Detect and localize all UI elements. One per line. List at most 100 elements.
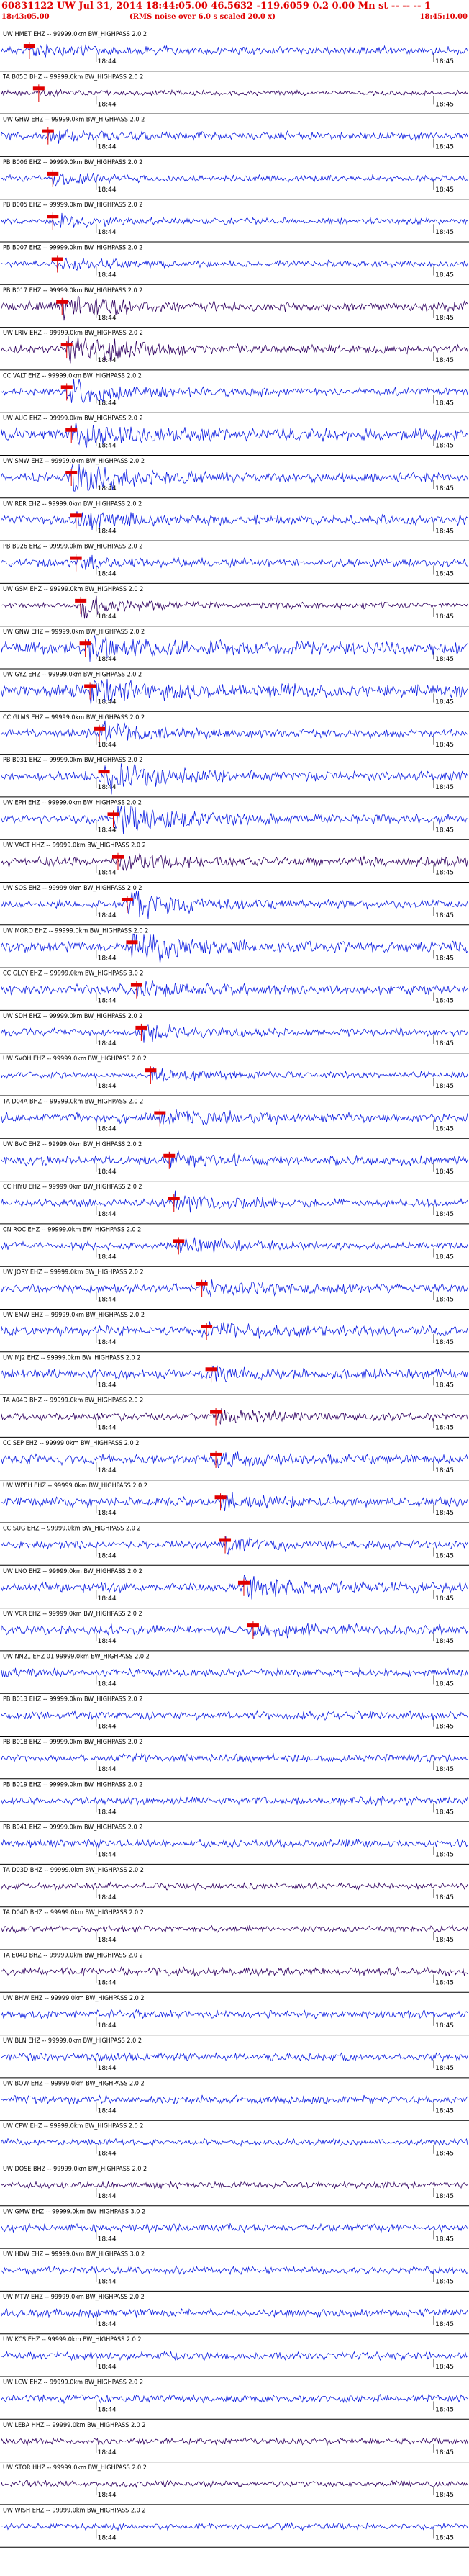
waveform <box>1 933 468 964</box>
time-tick-label: 18:45 <box>435 144 454 151</box>
channel-label: PB B006 EHZ -- 99999.0km BW_HIGHPASS 2.0… <box>3 159 142 166</box>
channel-label: CC GLMS EHZ -- 99999.0km BW_HIGHPASS 2.0… <box>3 714 145 721</box>
time-tick-label: 18:44 <box>98 1253 117 1261</box>
time-tick-label: 18:44 <box>98 1894 117 1901</box>
time-tick-label: 18:45 <box>435 2193 454 2200</box>
time-tick-label: 18:44 <box>98 1553 117 1560</box>
waveform <box>1 635 468 662</box>
waveform <box>1 1709 468 1721</box>
end-time: 18:45:10.00 <box>419 13 468 21</box>
channel-label: UW GSM EHZ -- 99999.0km BW_HIGHPASS 2.0 … <box>3 586 143 593</box>
time-tick-label: 18:44 <box>98 315 117 322</box>
channel-label: PB B019 EHZ -- 99999.0km BW_HIGHPASS 2.0… <box>3 1781 142 1788</box>
waveform <box>1 1622 468 1639</box>
channel-label: UW VACT HHZ -- 99999.0km BW_HIGHPASS 2.0… <box>3 842 146 850</box>
waveform <box>1 1924 468 1934</box>
time-tick-label: 18:45 <box>435 2492 454 2499</box>
channel-label: UW NN21 EHZ 01 99999.0km BW_HIGHPASS 2.0… <box>3 1653 150 1660</box>
waveform <box>1 1237 468 1253</box>
time-tick-label: 18:44 <box>98 1680 117 1688</box>
channel-label: UW RER EHZ -- 99999.0km BW_HIGHPASS 2.0 … <box>3 500 142 508</box>
waveform <box>1 1536 468 1556</box>
channel-label: TA E04D BHZ -- 99999.0km BW_HIGHPASS 2.0… <box>2 1953 143 1960</box>
time-tick-label: 18:45 <box>435 613 454 621</box>
time-tick-label: 18:45 <box>435 998 454 1005</box>
waveform <box>1 2437 468 2446</box>
time-tick-label: 18:44 <box>98 1638 117 1645</box>
time-tick-label: 18:44 <box>98 1083 117 1090</box>
time-tick-label: 18:44 <box>98 485 117 492</box>
channel-label: UW WISH EHZ -- 99999.0km BW_HIGHPASS 2.0… <box>3 2507 145 2514</box>
waveform <box>1 2180 468 2190</box>
waveform <box>1 2480 468 2489</box>
time-tick-label: 18:44 <box>98 101 117 108</box>
start-time: 18:43:05.00 <box>1 13 50 21</box>
time-tick-label: 18:44 <box>98 2193 117 2200</box>
waveform <box>1 1321 468 1339</box>
time-tick-label: 18:45 <box>435 272 454 279</box>
time-tick-label: 18:45 <box>435 742 454 749</box>
waveform <box>1 1408 468 1426</box>
channel-label: UW EMW EHZ -- 99999.0km BW_HIGHPASS 2.0 … <box>3 1312 145 1319</box>
waveform <box>1 2265 468 2276</box>
time-tick-label: 18:45 <box>435 528 454 535</box>
time-tick-label: 18:44 <box>98 998 117 1005</box>
time-tick-label: 18:45 <box>435 58 454 66</box>
waveform <box>1 43 468 58</box>
channel-label: UW KCS EHZ -- 99999.0km BW_HIGHPASS 2.0 … <box>3 2336 141 2343</box>
time-tick-label: 18:44 <box>98 2449 117 2456</box>
channel-label: PB B005 EHZ -- 99999.0km BW_HIGHPASS 2.0… <box>3 202 142 209</box>
channel-label: UW CPW EHZ -- 99999.0km BW_HIGHPASS 2.0 … <box>3 2123 143 2130</box>
waveform <box>1 1365 468 1383</box>
channel-label: PB B031 EHZ -- 99999.0km BW_HIGHPASS 2.0… <box>3 757 142 764</box>
time-tick-label: 18:44 <box>98 1297 117 1304</box>
channel-label: UW DOSE BHZ -- 99999.0km BW_HIGHPASS 2.0… <box>3 2166 147 2173</box>
time-tick-label: 18:44 <box>98 357 117 364</box>
time-tick-label: 18:44 <box>98 1595 117 1603</box>
waveform <box>1 853 468 871</box>
time-tick-label: 18:44 <box>98 827 117 834</box>
waveform <box>1 763 468 795</box>
time-tick-label: 18:45 <box>435 2235 454 2243</box>
time-tick-label: 18:45 <box>435 2151 454 2158</box>
time-tick-label: 18:44 <box>98 2235 117 2243</box>
time-tick-label: 18:45 <box>435 784 454 791</box>
time-tick-label: 18:45 <box>435 827 454 834</box>
time-tick-label: 18:45 <box>435 1638 454 1645</box>
waveform <box>1 1881 468 1891</box>
waveform <box>1 1752 468 1764</box>
time-tick-label: 18:45 <box>435 1467 454 1474</box>
time-tick-label: 18:45 <box>435 1724 454 1731</box>
waveform <box>1 1667 468 1678</box>
time-tick-label: 18:44 <box>98 1382 117 1389</box>
channel-label: UW SDH EHZ -- 99999.0km BW_HIGHPASS 2.0 … <box>3 1013 142 1020</box>
channel-label: PB B941 EHZ -- 99999.0km BW_HIGHPASS 2.0… <box>3 1824 142 1832</box>
time-tick-label: 18:44 <box>98 955 117 962</box>
time-tick-label: 18:44 <box>98 2407 117 2414</box>
channel-label: UW SVOH EHZ -- 99999.0km BW_HIGHPASS 2.0… <box>3 1055 147 1063</box>
channel-label: UW BLN EHZ -- 99999.0km BW_HIGHPASS 2.0 … <box>3 2037 142 2045</box>
time-tick-label: 18:45 <box>435 2107 454 2115</box>
waveform <box>1 1796 468 1806</box>
waveform <box>1 805 468 834</box>
channel-label: UW JORY EHZ -- 99999.0km BW_HIGHPASS 2.0… <box>3 1269 144 1276</box>
time-tick-label: 18:45 <box>435 1894 454 1901</box>
time-tick-label: 18:44 <box>98 1425 117 1432</box>
time-tick-label: 18:45 <box>435 1211 454 1218</box>
waveform <box>1 2009 468 2020</box>
time-tick-label: 18:44 <box>98 1510 117 1517</box>
waveform <box>1 2351 468 2361</box>
waveform <box>1 1451 468 1469</box>
time-tick-label: 18:45 <box>435 1510 454 1517</box>
time-tick-label: 18:44 <box>98 1766 117 1773</box>
time-tick-label: 18:45 <box>435 400 454 407</box>
time-tick-label: 18:44 <box>98 571 117 578</box>
time-tick-label: 18:45 <box>435 2065 454 2072</box>
time-tick-label: 18:45 <box>435 1595 454 1603</box>
channel-label: CC HIYU EHZ -- 99999.0km BW_HIGHPASS 2.0… <box>3 1184 142 1191</box>
time-tick-label: 18:45 <box>435 656 454 663</box>
time-tick-label: 18:45 <box>435 2364 454 2371</box>
waveform <box>1 1492 468 1511</box>
waveform <box>1 2307 468 2319</box>
time-tick-label: 18:45 <box>435 912 454 919</box>
